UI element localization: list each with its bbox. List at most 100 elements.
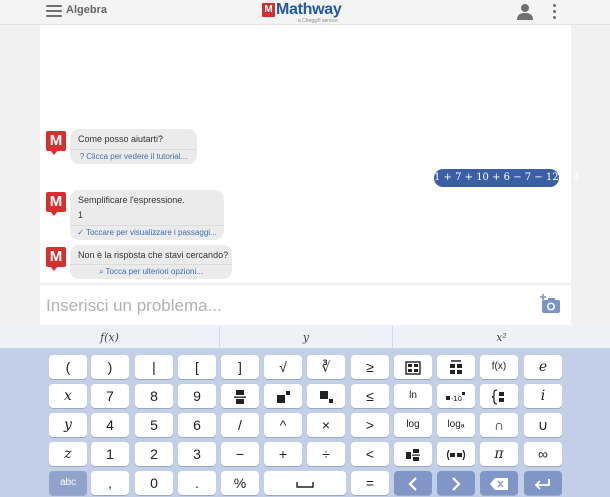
key-percent[interactable]: % bbox=[221, 471, 259, 495]
message-text: Semplificare l'espressione. bbox=[78, 195, 185, 205]
fraction-key[interactable] bbox=[221, 384, 259, 408]
right-key[interactable] bbox=[437, 471, 475, 495]
left-key[interactable] bbox=[394, 471, 432, 495]
mathway-avatar: M bbox=[46, 192, 68, 216]
key-8[interactable]: 8 bbox=[135, 384, 173, 408]
tab-functions[interactable]: f(x) bbox=[0, 326, 219, 349]
key-decimal[interactable]: . bbox=[178, 471, 216, 495]
interval-key[interactable] bbox=[437, 442, 475, 466]
chat-panel: M Come posso aiutarti? ? Clicca per veder… bbox=[40, 25, 580, 283]
search-icon: ⌕ bbox=[99, 267, 104, 276]
key-caret[interactable]: ^ bbox=[264, 413, 302, 437]
key-4[interactable]: 4 bbox=[91, 413, 129, 437]
help-icon: ? bbox=[79, 152, 85, 161]
message-text: Non è la risposta che stavi cercando? bbox=[78, 250, 229, 260]
key-open-paren[interactable]: ( bbox=[49, 355, 87, 379]
math-keyboard: f(x) y x² () |[] √ ∛ ≥ f(x) e x 7 8 9 ≤ ln ·10 i y 4 5 6/^… bbox=[0, 326, 610, 497]
subscript-icon bbox=[320, 391, 333, 404]
key-z[interactable]: z bbox=[49, 442, 87, 466]
check-icon: ✓ bbox=[77, 228, 84, 237]
enter-key[interactable] bbox=[524, 471, 562, 495]
space-key[interactable] bbox=[264, 471, 346, 495]
space-icon bbox=[296, 482, 314, 488]
matrix-2x2-key[interactable] bbox=[394, 355, 432, 379]
key-3[interactable]: 3 bbox=[178, 442, 216, 466]
mixed-key[interactable] bbox=[394, 442, 432, 466]
tab-exponents[interactable]: x² bbox=[392, 326, 610, 349]
key-abc[interactable]: abc bbox=[49, 471, 87, 495]
backspace-icon bbox=[490, 478, 508, 491]
key-x[interactable]: x bbox=[49, 384, 87, 408]
answer-value: 1 bbox=[78, 210, 84, 220]
bot-message: Non è la risposta che stavi cercando? ⌕ T… bbox=[70, 245, 232, 279]
key-geq[interactable]: ≥ bbox=[351, 355, 389, 379]
key-2[interactable]: 2 bbox=[135, 442, 173, 466]
power-icon bbox=[277, 391, 290, 404]
more-options-icon[interactable] bbox=[553, 4, 557, 20]
backspace-key[interactable] bbox=[480, 471, 518, 495]
key-log[interactable]: log bbox=[394, 413, 432, 437]
key-6[interactable]: 6 bbox=[178, 413, 216, 437]
power-key[interactable] bbox=[264, 384, 302, 408]
key-log-base[interactable]: logₐ bbox=[437, 413, 475, 437]
mathway-avatar: M bbox=[46, 247, 68, 271]
camera-icon[interactable] bbox=[539, 294, 561, 314]
key-function[interactable]: f(x) bbox=[480, 355, 518, 379]
piecewise-key[interactable] bbox=[480, 384, 518, 408]
key-5[interactable]: 5 bbox=[135, 413, 173, 437]
mathway-avatar: M bbox=[46, 131, 68, 155]
key-plus[interactable]: + bbox=[264, 442, 302, 466]
key-equals[interactable]: = bbox=[351, 471, 389, 495]
key-divide[interactable]: ÷ bbox=[307, 442, 345, 466]
matrix-2x2-icon bbox=[405, 361, 421, 375]
left-icon bbox=[408, 477, 417, 492]
problem-input[interactable] bbox=[46, 295, 486, 317]
key-9[interactable]: 9 bbox=[178, 384, 216, 408]
key-divide-slash[interactable]: / bbox=[221, 413, 259, 437]
key-7[interactable]: 7 bbox=[91, 384, 129, 408]
scientific-icon: ·10 bbox=[446, 392, 465, 403]
more-options-link[interactable]: ⌕ Tocca per ulteriori opzioni... bbox=[70, 264, 232, 279]
key-pi[interactable]: π bbox=[480, 442, 518, 466]
key-open-bracket[interactable]: [ bbox=[178, 355, 216, 379]
key-union[interactable]: ∪ bbox=[524, 413, 562, 437]
logo-mark: M bbox=[262, 3, 275, 17]
key-i[interactable]: i bbox=[524, 384, 562, 408]
tab-variables[interactable]: y bbox=[219, 326, 392, 349]
fraction-icon bbox=[234, 390, 246, 405]
user-expression[interactable]: 1 + 7 + 10 + 6 − 7 − 12 − 4 bbox=[434, 169, 580, 187]
key-close-bracket[interactable]: ] bbox=[221, 355, 259, 379]
key-greater[interactable]: > bbox=[351, 413, 389, 437]
keyboard-tabs: f(x) y x² bbox=[0, 326, 610, 349]
bot-message: Come posso aiutarti? ? Clicca per vedere … bbox=[70, 129, 197, 164]
key-ln[interactable]: ln bbox=[394, 384, 432, 408]
key-e[interactable]: e bbox=[524, 355, 562, 379]
svg-text:·10: ·10 bbox=[451, 395, 462, 403]
key-multiply[interactable]: × bbox=[307, 413, 345, 437]
mixed-icon bbox=[406, 449, 420, 462]
right-icon bbox=[452, 477, 461, 492]
tutorial-link[interactable]: ? Clicca per vedere il tutorial... bbox=[70, 149, 197, 164]
menu-icon[interactable] bbox=[46, 5, 62, 17]
key-less[interactable]: < bbox=[351, 442, 389, 466]
key-1[interactable]: 1 bbox=[91, 442, 129, 466]
key-0[interactable]: 0 bbox=[135, 471, 173, 495]
subscript-key[interactable] bbox=[307, 384, 345, 408]
key-y[interactable]: y bbox=[49, 413, 87, 437]
scientific-key[interactable]: ·10 bbox=[437, 384, 475, 408]
key-infinity[interactable]: ∞ bbox=[524, 442, 562, 466]
key-abs-bar[interactable]: | bbox=[135, 355, 173, 379]
key-minus[interactable]: − bbox=[221, 442, 259, 466]
subject-title[interactable]: Algebra bbox=[66, 4, 107, 16]
interval-icon bbox=[446, 449, 466, 461]
key-cube-root[interactable]: ∛ bbox=[307, 355, 345, 379]
bot-message: Semplificare l'espressione. 1 ✓ Toccare p… bbox=[70, 190, 224, 240]
user-icon[interactable] bbox=[517, 3, 533, 20]
show-steps-link[interactable]: ✓ Toccare per visualizzare i passaggi... bbox=[70, 225, 224, 240]
key-intersection[interactable]: ∩ bbox=[480, 413, 518, 437]
key-comma[interactable]: , bbox=[91, 471, 129, 495]
key-leq[interactable]: ≤ bbox=[351, 384, 389, 408]
key-close-paren[interactable]: ) bbox=[91, 355, 129, 379]
key-sqrt[interactable]: √ bbox=[264, 355, 302, 379]
matrix-det-key[interactable] bbox=[437, 355, 475, 379]
